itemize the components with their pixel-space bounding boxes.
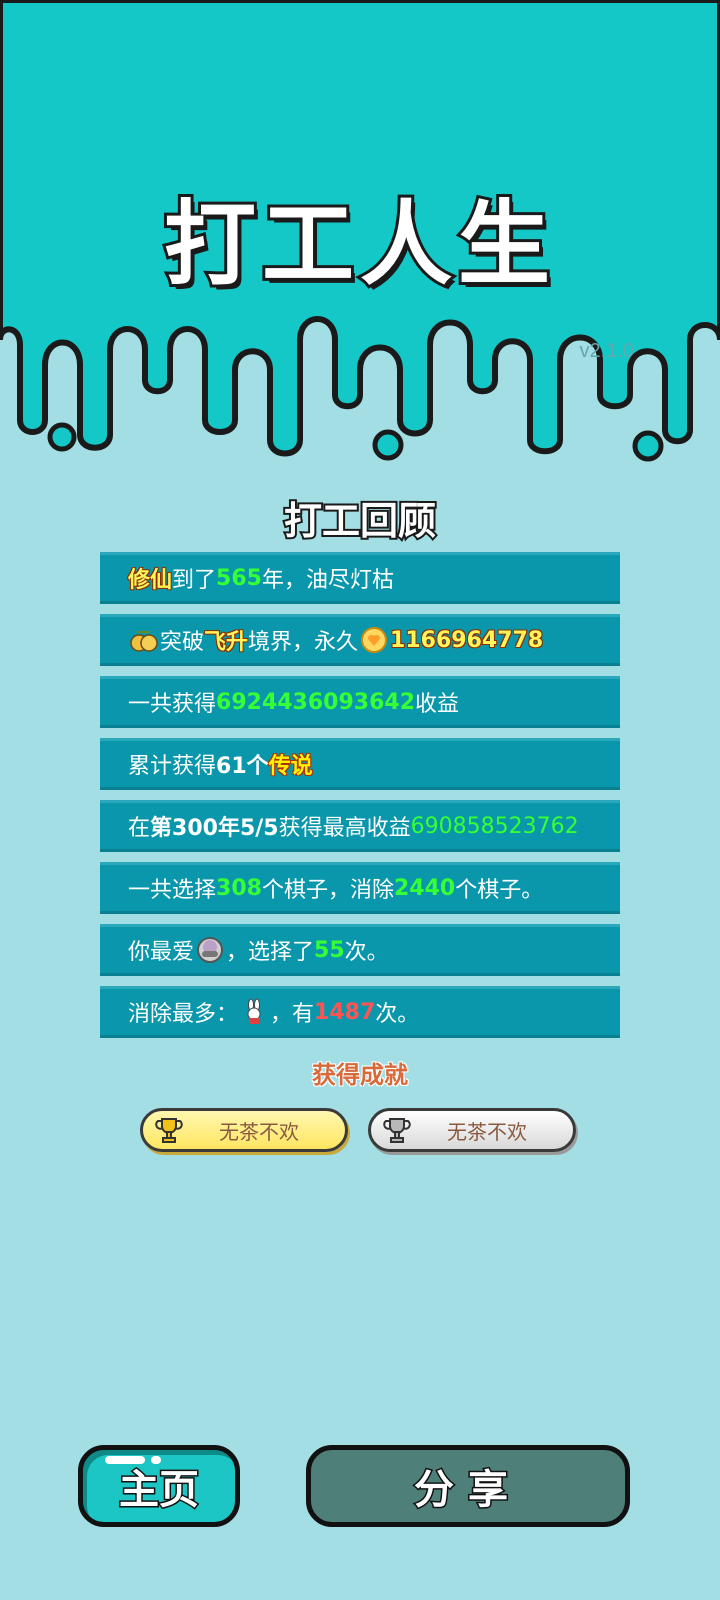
- review-list: 修仙 到了 565 年，油尽灯枯 突破 飞升 境界，永久 1166964778 一共获得 69…: [100, 552, 620, 1048]
- review-row-pieces: 一共选择 308 个棋子，消除 2440 个棋子。: [100, 862, 620, 914]
- button-shine-dot: [151, 1456, 161, 1464]
- review-row-favorite: 你最爱 ，选择了 55 次。: [100, 924, 620, 976]
- review-title: 打工回顾: [282, 497, 438, 545]
- home-button[interactable]: 主页: [78, 1445, 240, 1527]
- achievements-title: 获得成就: [312, 1061, 408, 1089]
- review-row-total-income: 一共获得 6924436093642 收益: [100, 676, 620, 728]
- achievement-label: 无茶不欢: [219, 1119, 299, 1144]
- achievement-label: 无茶不欢: [447, 1119, 527, 1144]
- pear-fruit-icon: [130, 631, 158, 652]
- home-button-label: 主页: [118, 1466, 201, 1515]
- rabbit-icon: [247, 998, 261, 1024]
- share-button-label: 分享: [413, 1466, 522, 1515]
- rice-bowl-icon: [197, 937, 224, 963]
- button-shine: [105, 1456, 145, 1464]
- review-row-ascension: 突破 飞升 境界，永久 1166964778: [100, 614, 620, 666]
- achievement-badge-gold[interactable]: 无茶不欢: [140, 1108, 348, 1152]
- review-row-most-eliminated: 消除最多： ，有 1487 次。: [100, 986, 620, 1038]
- review-row-cultivation: 修仙 到了 565 年，油尽灯枯: [100, 552, 620, 604]
- trophy-icon: [155, 1118, 183, 1143]
- review-row-highest-income: 在 第300年5/5 获得最高收益 690858523762: [100, 800, 620, 852]
- share-button[interactable]: 分享: [306, 1445, 630, 1527]
- review-row-legends: 累计获得 61个 传说: [100, 738, 620, 790]
- version-label: v2.1.0: [579, 340, 634, 362]
- achievement-badge-silver[interactable]: 无茶不欢: [368, 1108, 576, 1152]
- trophy-icon: [383, 1118, 411, 1143]
- heart-coin-icon: [361, 627, 388, 653]
- app-title: 打工人生: [161, 188, 556, 301]
